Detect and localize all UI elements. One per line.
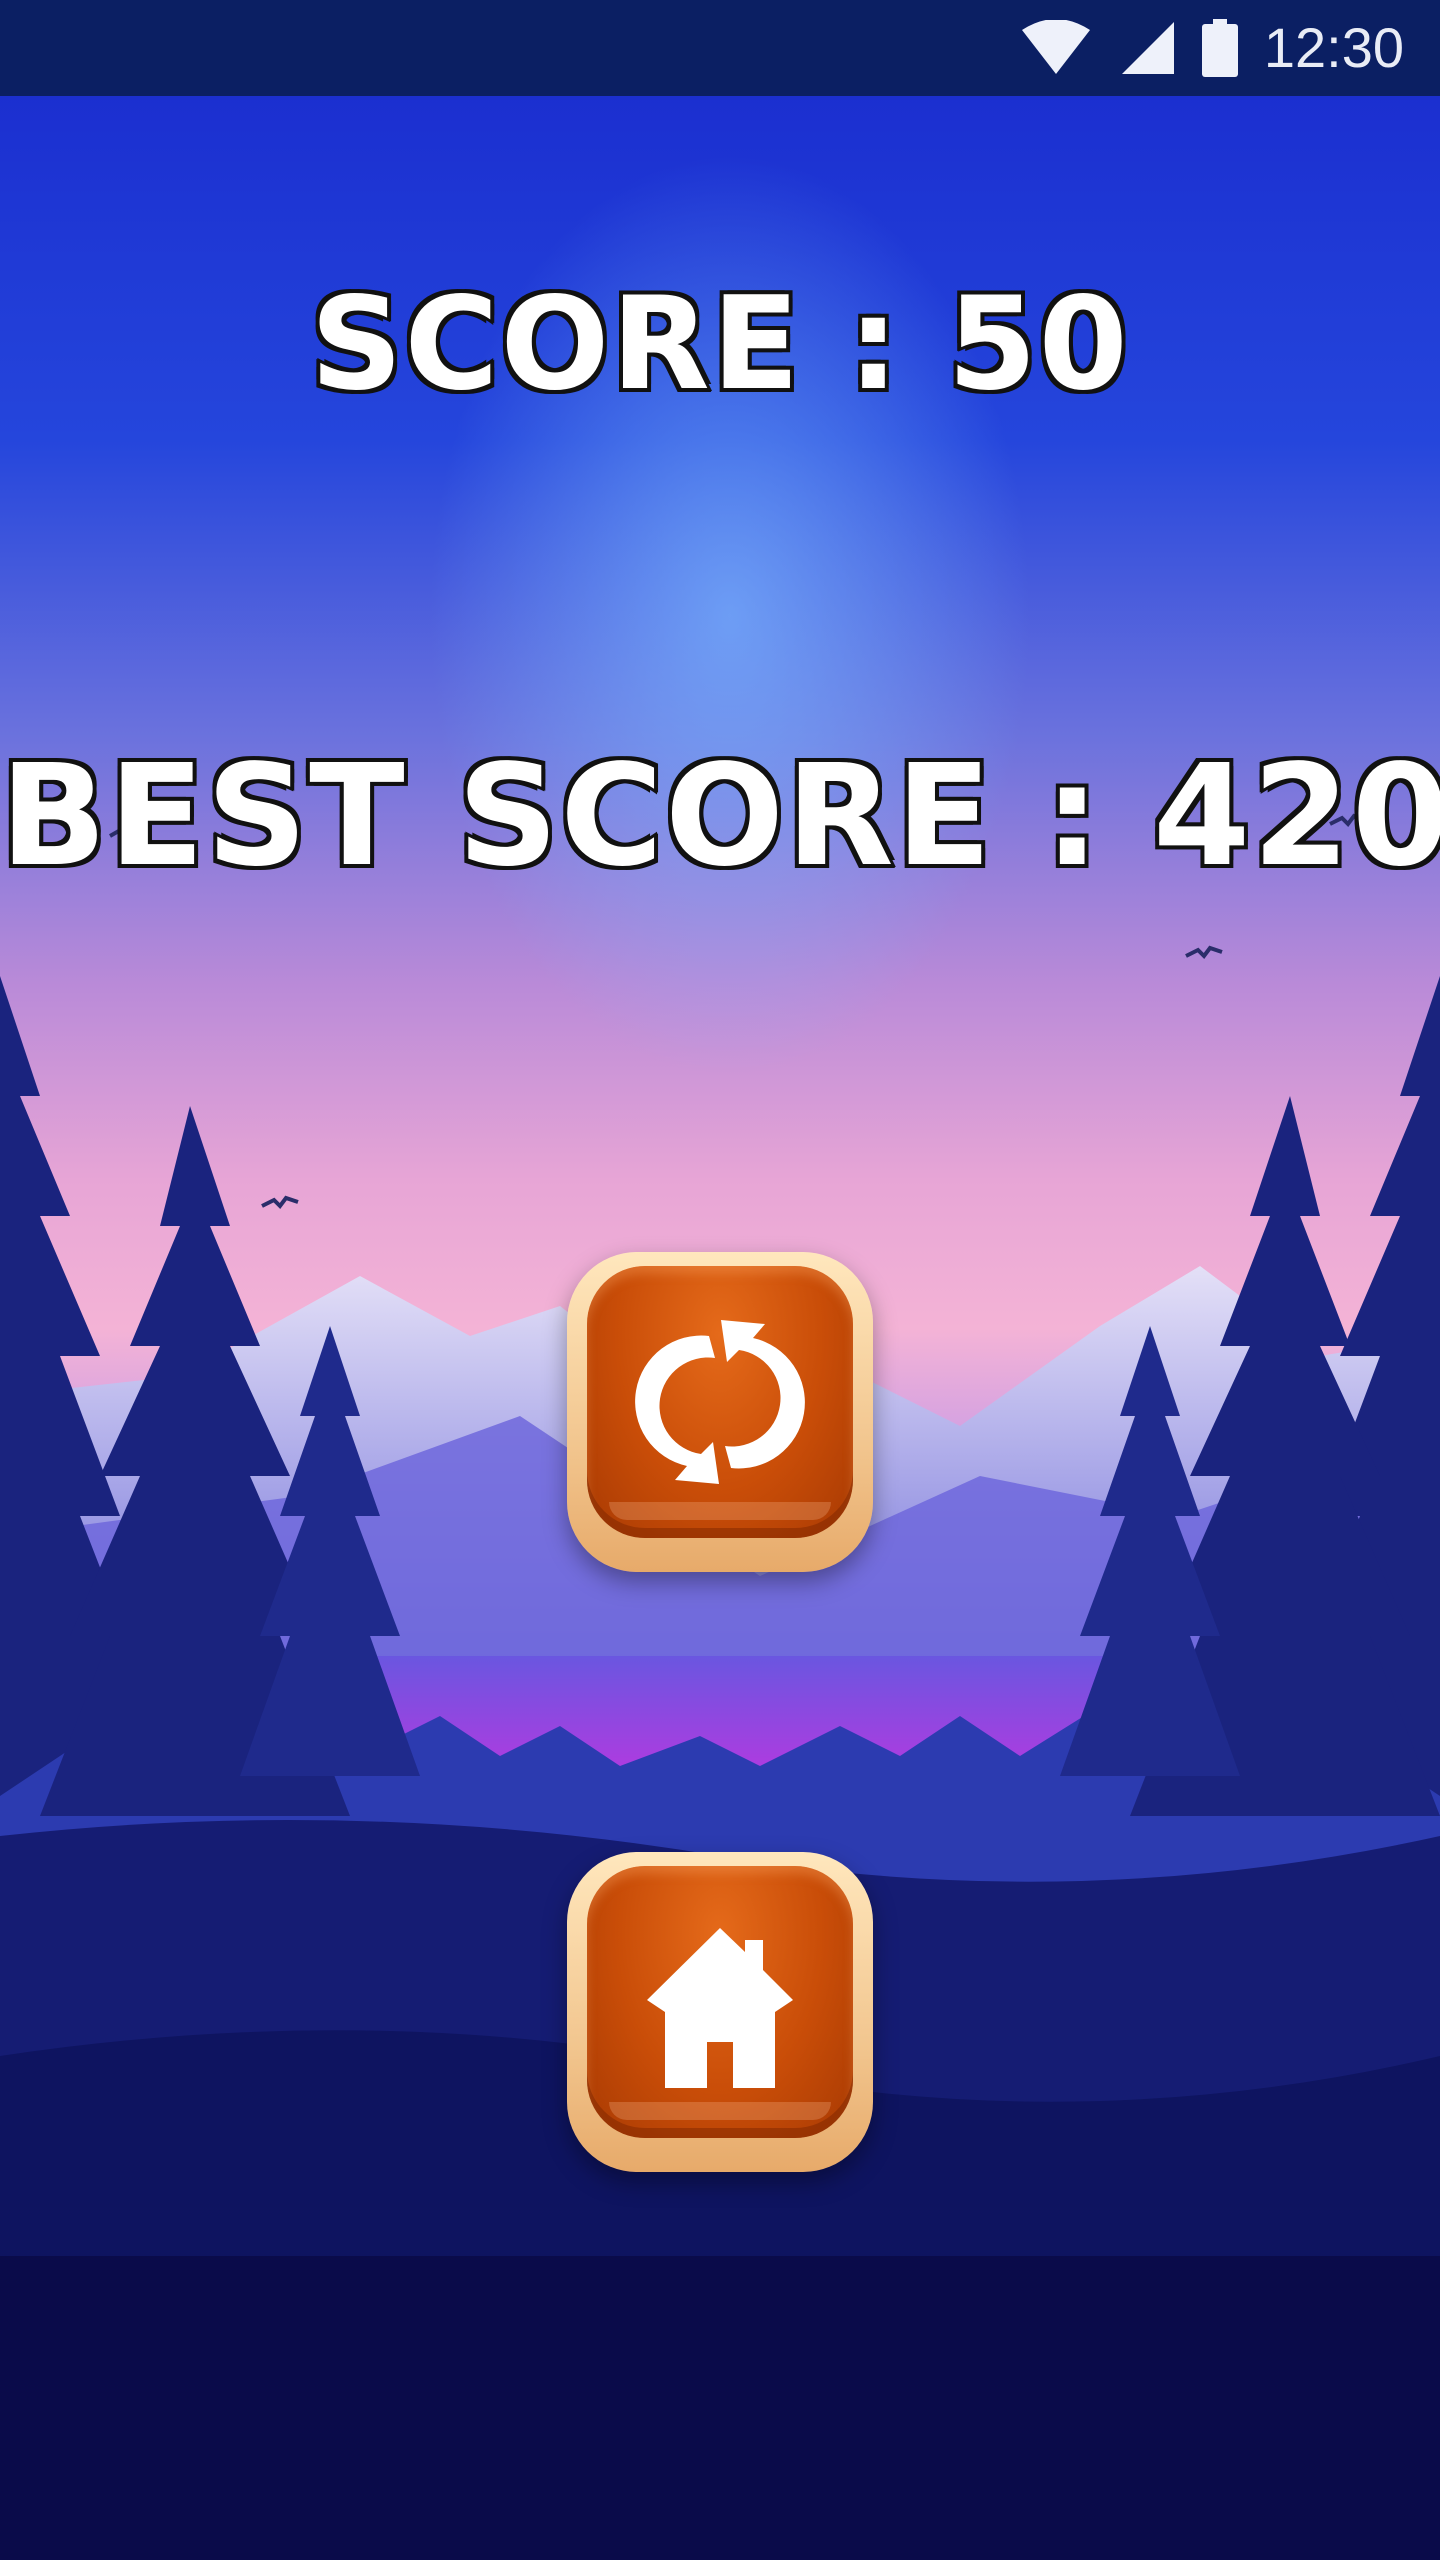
refresh-icon (635, 1320, 805, 1484)
home-button-face (587, 1866, 853, 2138)
status-bar: 12:30 (0, 0, 1440, 96)
score-label: SCORE : 50 (307, 267, 1130, 422)
replay-button-face (587, 1266, 853, 1538)
status-icons: 12:30 (1020, 0, 1404, 96)
battery-icon (1201, 19, 1238, 77)
home-icon (647, 1928, 793, 2088)
status-time: 12:30 (1263, 16, 1404, 79)
home-button[interactable] (567, 1852, 873, 2172)
best-score-label: BEST SCORE : 420 (0, 732, 1440, 901)
game-over-screen: 12:30 SCORE: 50 BEST SCORE: 420 (0, 0, 1440, 2560)
wifi-icon (1021, 20, 1090, 74)
cell-signal-icon (1121, 22, 1174, 74)
replay-button[interactable] (567, 1252, 873, 1572)
